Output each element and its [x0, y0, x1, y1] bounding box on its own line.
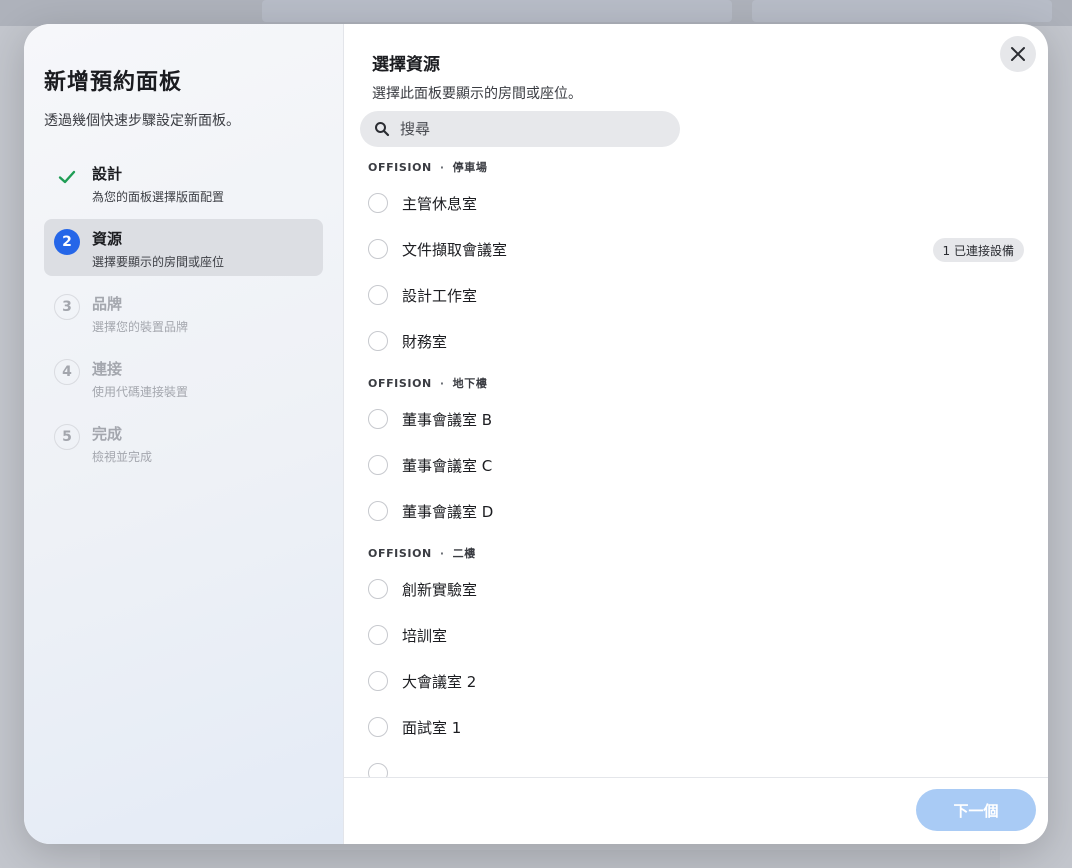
step-title: 資源	[92, 230, 123, 248]
resource-label: 董事會議室 B	[402, 410, 493, 429]
radio-button[interactable]	[368, 671, 388, 691]
modal-footer: 下一個	[344, 777, 1048, 844]
step-title: 設計	[92, 165, 123, 183]
add-panel-modal: 新增預約面板 透過幾個快速步驟設定新面板。 設計 為您的面板選擇版面配置 2 資…	[24, 24, 1048, 844]
radio-button[interactable]	[368, 763, 388, 777]
resource-item[interactable]: 董事會議室 C	[344, 442, 1048, 488]
wizard-subtitle: 透過幾個快速步驟設定新面板。	[44, 113, 240, 129]
close-button[interactable]	[1000, 36, 1036, 72]
step-number: 5	[54, 424, 80, 450]
group-floor: 地下樓	[452, 377, 488, 390]
check-icon	[54, 164, 80, 190]
search-icon	[375, 122, 390, 137]
wizard-title: 新增預約面板	[44, 70, 183, 95]
background-search	[262, 0, 732, 22]
step-desc: 使用代碼連接裝置	[92, 385, 189, 399]
resource-list: OFFISION · 停車場 主管休息室 文件擷取會議室 1 已連接設備 設計工作…	[344, 154, 1048, 777]
resource-label: 設計工作室	[402, 286, 478, 305]
close-icon	[1011, 47, 1025, 61]
radio-button[interactable]	[368, 285, 388, 305]
step-number: 3	[54, 294, 80, 320]
step-number: 2	[54, 229, 80, 255]
resource-label: 董事會議室 C	[402, 456, 493, 475]
step-connect: 4 連接 使用代碼連接裝置	[44, 349, 323, 406]
group-building: OFFISION	[368, 376, 432, 390]
radio-button[interactable]	[368, 625, 388, 645]
resource-item[interactable]: 董事會議室 D	[344, 488, 1048, 534]
radio-button[interactable]	[368, 579, 388, 599]
resource-label: 董事會議室 D	[402, 502, 494, 521]
radio-button[interactable]	[368, 193, 388, 213]
group-floor: 停車場	[452, 161, 488, 174]
background-footer	[100, 850, 1000, 868]
resource-label: 創新實驗室	[402, 580, 478, 599]
background-filter	[752, 0, 1052, 22]
step-desc: 選擇要顯示的房間或座位	[92, 255, 225, 269]
group-header: OFFISION · 停車場	[344, 154, 1048, 180]
resource-item[interactable]: 大會議室 2	[344, 658, 1048, 704]
radio-button[interactable]	[368, 331, 388, 351]
resource-item[interactable]: 董事會議室 B	[344, 396, 1048, 442]
resource-item[interactable]: 面試室 1	[344, 704, 1048, 750]
step-design[interactable]: 設計 為您的面板選擇版面配置	[44, 154, 323, 211]
step-finish: 5 完成 檢視並完成	[44, 414, 323, 471]
resource-title: 選擇資源	[372, 55, 440, 75]
resource-label: 面試室 1	[402, 718, 462, 737]
step-title: 完成	[92, 425, 123, 443]
step-brand: 3 品牌 選擇您的裝置品牌	[44, 284, 323, 341]
resource-item[interactable]: 創新實驗室	[344, 566, 1048, 612]
resource-subtitle: 選擇此面板要顯示的房間或座位。	[372, 86, 582, 102]
resource-item[interactable]: 財務室	[344, 318, 1048, 364]
resource-label: 文件擷取會議室	[402, 240, 508, 259]
group-floor: 二樓	[452, 547, 476, 560]
search-input[interactable]	[400, 120, 660, 138]
resource-item[interactable]: 文件擷取會議室 1 已連接設備	[344, 226, 1048, 272]
resource-item[interactable]: 培訓室	[344, 612, 1048, 658]
separator-dot: ·	[439, 376, 445, 390]
separator-dot: ·	[439, 160, 445, 174]
resource-label: 主管休息室	[402, 194, 478, 213]
radio-button[interactable]	[368, 409, 388, 429]
group-header: OFFISION · 地下樓	[344, 370, 1048, 396]
group-building: OFFISION	[368, 546, 432, 560]
connected-devices-badge: 1 已連接設備	[932, 238, 1024, 262]
step-number: 4	[54, 359, 80, 385]
radio-button[interactable]	[368, 501, 388, 521]
step-title: 連接	[92, 360, 123, 378]
resource-label: 財務室	[402, 332, 448, 351]
resource-label: 大會議室 2	[402, 672, 477, 691]
resource-panel: 選擇資源 選擇此面板要顯示的房間或座位。 OFFISION · 停車場 主管休息…	[344, 24, 1048, 844]
step-title: 品牌	[92, 295, 123, 313]
radio-button[interactable]	[368, 239, 388, 259]
resource-item[interactable]: 設計工作室	[344, 272, 1048, 318]
search-box[interactable]	[360, 111, 680, 147]
step-resources[interactable]: 2 資源 選擇要顯示的房間或座位	[44, 219, 323, 276]
next-button[interactable]: 下一個	[916, 789, 1036, 831]
group-building: OFFISION	[368, 160, 432, 174]
wizard-steps: 設計 為您的面板選擇版面配置 2 資源 選擇要顯示的房間或座位 3 品牌 選擇您…	[44, 154, 323, 471]
resource-item[interactable]	[344, 750, 1048, 777]
separator-dot: ·	[439, 546, 445, 560]
wizard-sidebar: 新增預約面板 透過幾個快速步驟設定新面板。 設計 為您的面板選擇版面配置 2 資…	[24, 24, 344, 844]
group-header: OFFISION · 二樓	[344, 540, 1048, 566]
resource-label: 培訓室	[402, 626, 448, 645]
step-desc: 檢視並完成	[92, 450, 153, 464]
step-desc: 為您的面板選擇版面配置	[92, 190, 225, 204]
resource-header: 選擇資源 選擇此面板要顯示的房間或座位。	[344, 24, 1048, 103]
radio-button[interactable]	[368, 455, 388, 475]
step-desc: 選擇您的裝置品牌	[92, 320, 189, 334]
radio-button[interactable]	[368, 717, 388, 737]
resource-item[interactable]: 主管休息室	[344, 180, 1048, 226]
